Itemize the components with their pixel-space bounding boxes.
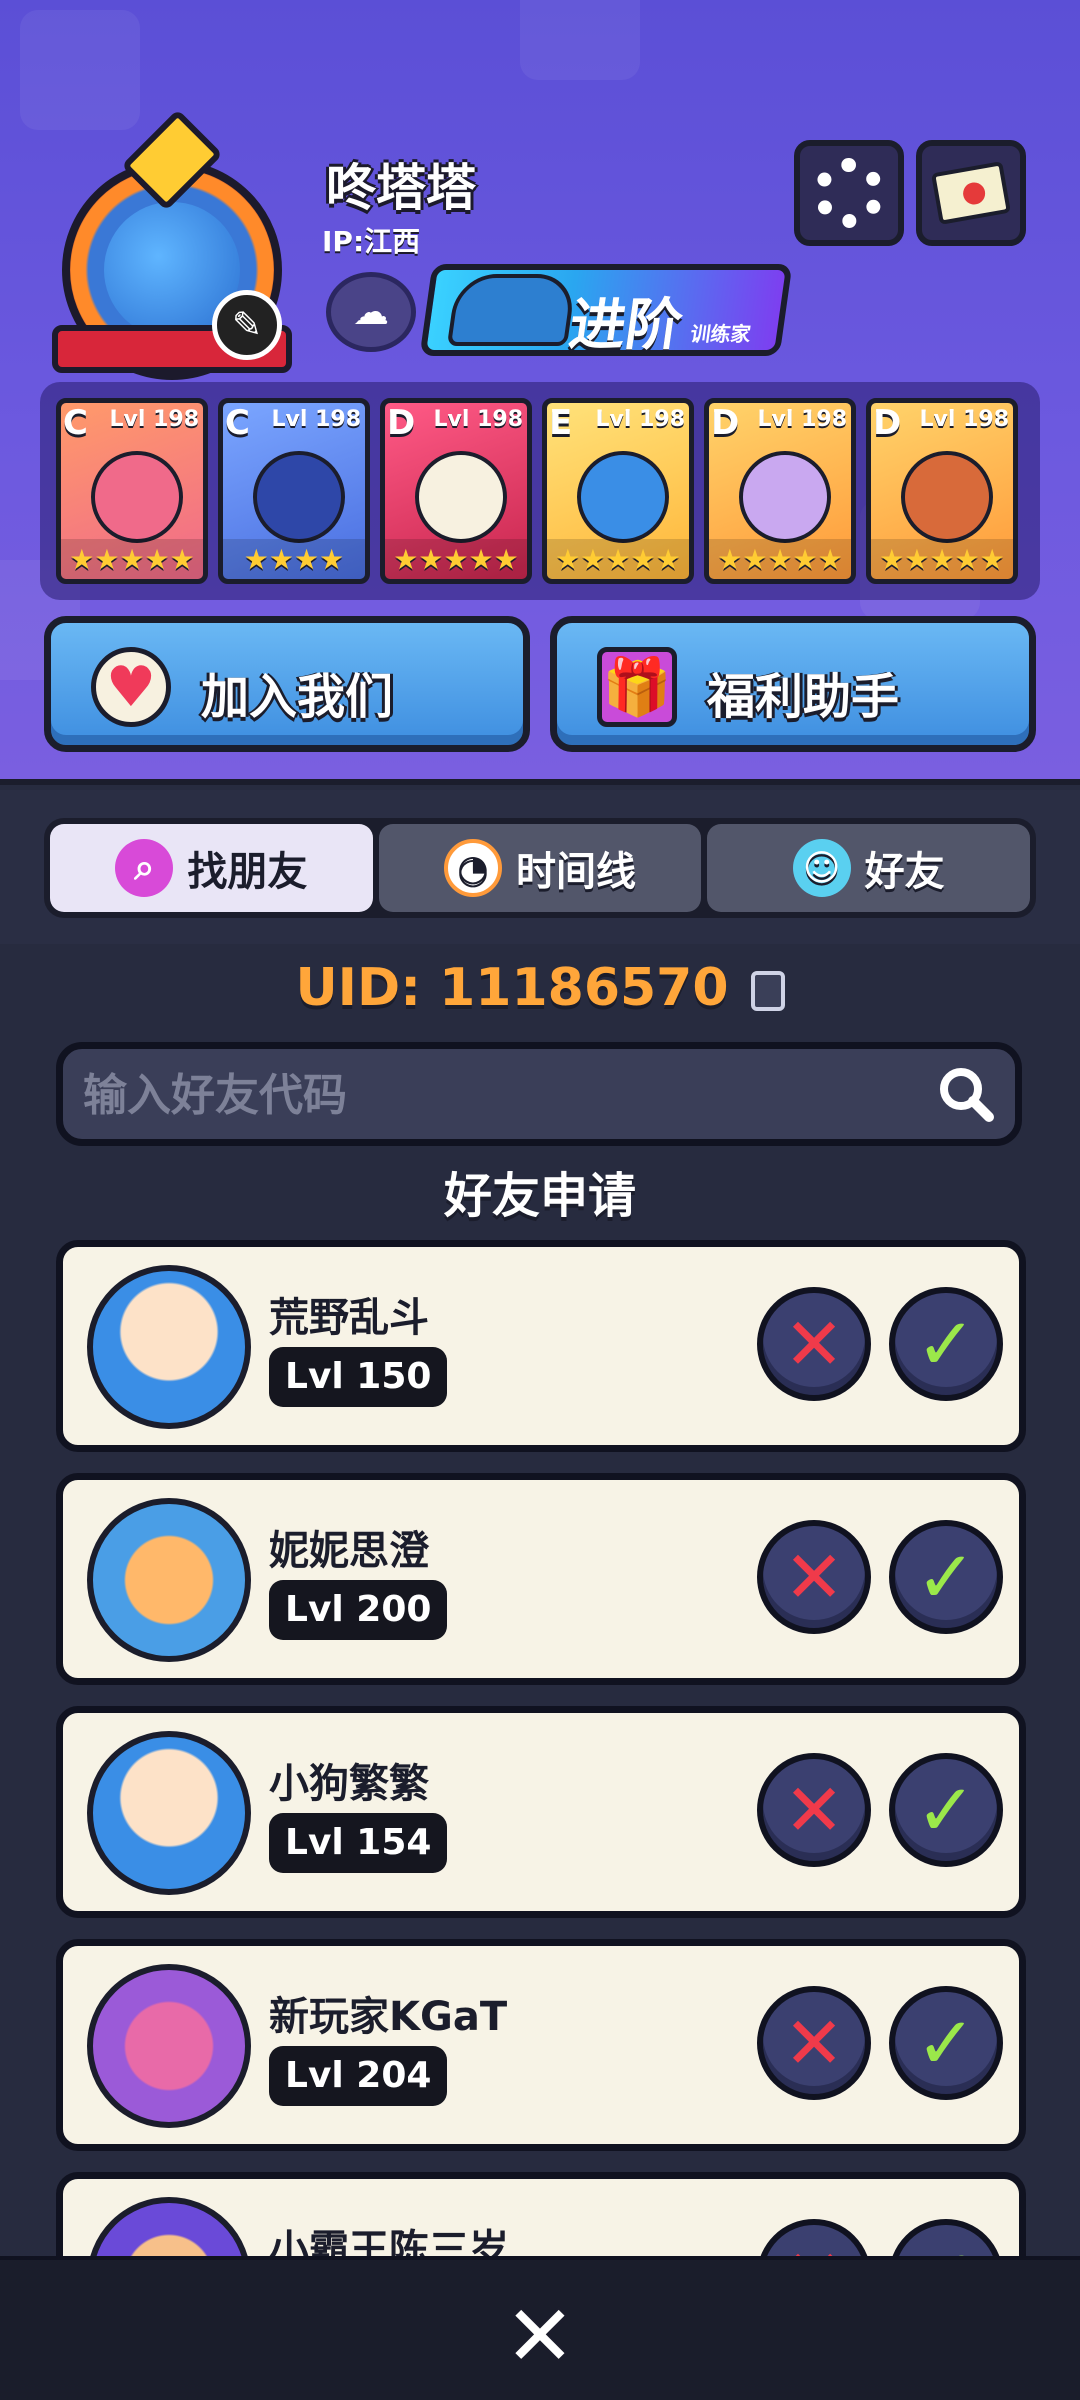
tab-find-friends[interactable]: ⌕ 找朋友 (50, 824, 373, 912)
join-us-label: 加入我们 (201, 669, 394, 725)
bg-tile (20, 10, 140, 130)
tab-friends[interactable]: ☺ 好友 (707, 824, 1031, 912)
welfare-helper-label: 福利助手 (707, 669, 900, 725)
chat-ghost-icon: ☺ (792, 839, 851, 897)
requester-name: 妮妮思澄 (269, 1528, 429, 1574)
accept-button[interactable]: ✓ (889, 1753, 1003, 1867)
advance-trainer-button[interactable]: 进阶 训练家 (419, 264, 793, 358)
tab-label: 时间线 (516, 849, 636, 895)
monster-portrait (253, 451, 345, 543)
tab-label: 好友 (864, 849, 945, 895)
player-ip: IP:江西 (322, 225, 421, 258)
card-grade: C (225, 403, 250, 443)
friend-code-search (56, 1042, 1022, 1146)
reject-button[interactable]: ✕ (757, 1753, 871, 1867)
card-grade: E (549, 403, 573, 443)
requester-level: Lvl 150 (269, 1347, 448, 1407)
team-card[interactable]: C Lvl 198 ★★★★★ (56, 398, 208, 584)
gift-icon: 🎁 (597, 647, 677, 727)
reject-button[interactable]: ✕ (757, 1520, 871, 1634)
accept-button[interactable]: ✓ (889, 1287, 1003, 1401)
monster-portrait (901, 451, 993, 543)
card-level: Lvl 198 (433, 407, 523, 432)
friend-requests-title: 好友申请 (443, 1168, 636, 1224)
tab-label: 找朋友 (187, 849, 308, 895)
bottom-bar: ✕ (0, 2256, 1080, 2400)
search-icon[interactable] (935, 1063, 997, 1125)
card-stars: ★★★★★ (547, 539, 689, 579)
mail-button[interactable] (916, 140, 1026, 246)
reject-button[interactable]: ✕ (757, 1287, 871, 1401)
card-stars: ★★★★ (223, 539, 365, 579)
tab-timeline[interactable]: ◔ 时间线 (378, 824, 702, 912)
accept-button[interactable]: ✓ (889, 1520, 1003, 1634)
uid-row: UID: 11186570 (0, 958, 1080, 1018)
rank-badge-icon[interactable]: ☁ (326, 272, 416, 352)
friend-code-input[interactable] (83, 1059, 903, 1131)
requester-level: Lvl 204 (269, 2046, 448, 2106)
team-card[interactable]: D Lvl 198 ★★★★★ (380, 398, 532, 584)
requester-avatar[interactable] (87, 1964, 251, 2128)
card-level: Lvl 198 (919, 407, 1009, 432)
advance-sub-label: 训练家 (688, 322, 753, 346)
advance-label: 进阶 (565, 293, 687, 358)
reject-button[interactable]: ✕ (757, 1986, 871, 2100)
card-level: Lvl 198 (109, 407, 199, 432)
requester-level: Lvl 200 (269, 1580, 448, 1640)
card-grade: D (711, 403, 740, 443)
friend-request-card: 妮妮思澄 Lvl 200 ✕ ✓ (56, 1473, 1026, 1685)
friend-request-card: 小狗繁繁 Lvl 154 ✕ ✓ (56, 1706, 1026, 1918)
friend-request-card: 新玩家KGaT Lvl 204 ✕ ✓ (56, 1939, 1026, 2151)
card-grade: C (63, 403, 88, 443)
card-level: Lvl 198 (595, 407, 685, 432)
requester-avatar[interactable] (87, 1498, 251, 1662)
card-level: Lvl 198 (271, 407, 361, 432)
card-stars: ★★★★★ (61, 539, 203, 579)
team-card[interactable]: E Lvl 198 ★★★★★ (542, 398, 694, 584)
card-stars: ★★★★★ (871, 539, 1013, 579)
copy-icon[interactable] (750, 971, 785, 1011)
requester-level: Lvl 154 (269, 1813, 448, 1873)
player-name: 咚塔塔 (326, 159, 476, 217)
friend-tabs: ⌕ 找朋友 ◔ 时间线 ☺ 好友 (44, 818, 1036, 918)
settings-button[interactable] (794, 140, 904, 246)
magnifier-icon: ⌕ (115, 839, 174, 897)
welfare-helper-button[interactable]: 🎁 福利助手 (550, 616, 1036, 752)
monster-portrait (91, 451, 183, 543)
monster-portrait (415, 451, 507, 543)
card-stars: ★★★★★ (385, 539, 527, 579)
edit-avatar-icon[interactable]: ✎ (212, 290, 282, 360)
friend-request-card: 荒野乱斗 Lvl 150 ✕ ✓ (56, 1240, 1026, 1452)
uid-text: UID: 11186570 (295, 958, 729, 1018)
requester-avatar[interactable] (87, 1265, 251, 1429)
monster-portrait (739, 451, 831, 543)
profile-header: ✎ 咚塔塔 IP:江西 ☁ 进阶 训练家 C Lvl 198 ★★★★★ C L… (0, 0, 1080, 785)
clock-icon: ◔ (444, 839, 502, 897)
team-card[interactable]: D Lvl 198 ★★★★★ (704, 398, 856, 584)
monster-portrait (577, 451, 669, 543)
mail-icon (931, 161, 1011, 225)
trainer-mascot-icon (446, 274, 578, 346)
requester-name: 新玩家KGaT (269, 1994, 508, 2040)
requester-avatar[interactable] (87, 1731, 251, 1895)
close-icon[interactable]: ✕ (500, 2287, 580, 2385)
team-card[interactable]: C Lvl 198 ★★★★ (218, 398, 370, 584)
team-card[interactable]: D Lvl 198 ★★★★★ (866, 398, 1018, 584)
accept-button[interactable]: ✓ (889, 1986, 1003, 2100)
join-us-button[interactable]: ♥ 加入我们 (44, 616, 530, 752)
requester-name: 小狗繁繁 (269, 1761, 429, 1807)
card-level: Lvl 198 (757, 407, 847, 432)
card-grade: D (387, 403, 416, 443)
heart-icon: ♥ (91, 647, 171, 727)
bg-tile (520, 0, 640, 80)
card-grade: D (873, 403, 902, 443)
card-stars: ★★★★★ (709, 539, 851, 579)
gear-icon (814, 158, 884, 228)
requester-name: 荒野乱斗 (269, 1295, 429, 1341)
